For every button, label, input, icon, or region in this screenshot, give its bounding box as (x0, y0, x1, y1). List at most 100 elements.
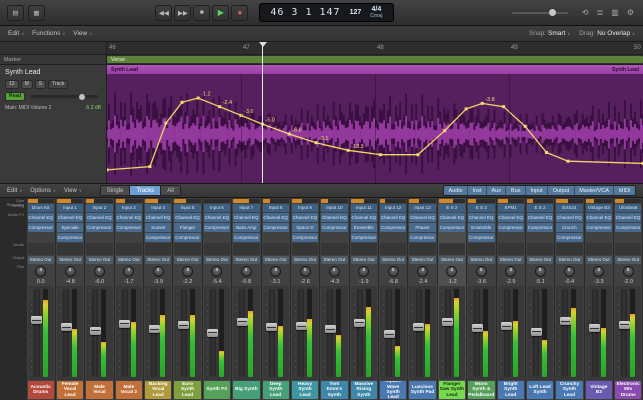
audio-fx-slot[interactable]: Compressor (204, 223, 230, 232)
fader-track[interactable] (357, 289, 363, 377)
cycle-icon[interactable]: ⟲ (582, 8, 589, 17)
track-name-label[interactable]: Vintage B3 (586, 381, 612, 399)
track-name-label[interactable]: Male Vocal 2 (116, 381, 142, 399)
setting-slot[interactable]: Input 9 (292, 204, 318, 212)
master-volume-slider[interactable] (512, 12, 568, 14)
audio-fx-slot[interactable]: Compressor (321, 223, 347, 232)
filter-output[interactable]: Output (548, 186, 575, 195)
fader-track[interactable] (386, 289, 392, 377)
pan-knob[interactable] (182, 266, 193, 277)
output-slot[interactable]: Stereo Out (351, 256, 377, 264)
mixer-menu-edit[interactable]: Edit∨ (7, 188, 22, 194)
pan-knob[interactable] (153, 266, 164, 277)
pan-knob[interactable] (65, 266, 76, 277)
filter-midi[interactable]: MIDI (614, 186, 635, 195)
mixer-menu-options[interactable]: Options∨ (30, 188, 56, 194)
channel-strip[interactable]: Input 6Channel EQCompressorStereo Out-5.… (203, 198, 231, 400)
audio-fx-slot[interactable]: Channel EQ (86, 213, 112, 222)
volume-slider-knob[interactable] (549, 9, 556, 16)
output-slot[interactable]: Stereo Out (498, 256, 524, 264)
setting-slot[interactable]: Input 13 (409, 204, 435, 212)
track-name-label[interactable]: Massive Rising Synth (351, 381, 377, 399)
fader[interactable] (321, 286, 347, 380)
setting-slot[interactable]: Drum Kit (28, 204, 54, 212)
pan-knob[interactable] (623, 266, 634, 277)
audio-fx-slot[interactable]: Compressor (615, 223, 641, 232)
volume-readout[interactable]: 0.0 (27, 278, 55, 286)
track-name-label[interactable]: Crunchy Synth Lead (556, 381, 582, 399)
fader[interactable] (292, 286, 318, 380)
sends-area[interactable] (204, 243, 230, 255)
volume-readout[interactable]: -5.4 (203, 278, 231, 286)
fader-track[interactable] (181, 289, 187, 377)
audio-fx-slot[interactable]: Crunch (556, 223, 582, 232)
sends-area[interactable] (409, 243, 435, 255)
audio-fx-slot[interactable]: Compressor (586, 223, 612, 232)
sends-area[interactable] (586, 243, 612, 255)
fader[interactable] (380, 286, 406, 380)
fader-cap[interactable] (61, 323, 72, 331)
audio-fx-slot[interactable]: Ensemble (351, 223, 377, 232)
track-name-label[interactable]: Male Vocal (86, 381, 112, 399)
track-name-label[interactable]: Deep Synth Lead (263, 381, 289, 399)
output-slot[interactable]: Stereo Out (321, 256, 347, 264)
mixer-menu-view[interactable]: View∨ (64, 188, 82, 194)
fader-cap[interactable] (501, 322, 512, 330)
volume-readout[interactable]: -1.2 (438, 278, 466, 286)
fader-track[interactable] (327, 289, 333, 377)
tab-all[interactable]: All (161, 186, 180, 195)
settings-icon[interactable]: ⚙ (627, 8, 634, 17)
audio-fx-slot[interactable]: Compressor (556, 233, 582, 242)
volume-readout[interactable]: -5.1 (526, 278, 554, 286)
fader-cap[interactable] (149, 325, 160, 333)
inspector-toggle-button[interactable]: ▦ (28, 5, 45, 21)
fader[interactable] (57, 286, 83, 380)
pan-knob[interactable] (535, 266, 546, 277)
channel-strip[interactable]: Input 13Channel EQPhaserCompressorStereo… (408, 198, 436, 400)
track-name-label[interactable]: Loft Lead Synth (527, 381, 553, 399)
track-name-label[interactable]: Big Synth (233, 381, 259, 399)
audio-fx-slot[interactable]: Flanger (174, 223, 200, 232)
sends-area[interactable] (439, 243, 465, 255)
rewind-button[interactable]: ◀◀ (155, 5, 172, 21)
audio-fx-slot[interactable]: Compressor (409, 233, 435, 242)
sends-area[interactable] (57, 243, 83, 255)
pan-knob[interactable] (564, 266, 575, 277)
fader-cap[interactable] (619, 321, 630, 329)
setting-slot[interactable]: Input 4 (145, 204, 171, 212)
sends-area[interactable] (86, 243, 112, 255)
volume-readout[interactable]: -3.9 (144, 278, 172, 286)
menu-edit[interactable]: Edit∨ (8, 30, 24, 37)
fader[interactable] (233, 286, 259, 380)
fader[interactable] (527, 286, 553, 380)
pan-knob[interactable] (417, 266, 428, 277)
output-slot[interactable]: Stereo Out (28, 256, 54, 264)
sends-area[interactable] (351, 243, 377, 255)
track-name-label[interactable]: Flanger Saw Synth Lead (439, 381, 465, 399)
filter-master-vca[interactable]: Master/VCA (575, 186, 615, 195)
sends-area[interactable] (527, 243, 553, 255)
fader[interactable] (439, 286, 465, 380)
stop-button[interactable]: ■ (193, 5, 210, 21)
setting-slot[interactable]: Input 12 (380, 204, 406, 212)
audio-fx-slot[interactable]: Channel EQ (439, 213, 465, 222)
volume-readout[interactable]: -4.8 (56, 278, 84, 286)
record-button[interactable]: ● (231, 5, 248, 21)
channel-strip[interactable]: Input 9Channel EQSpace DCompressorStereo… (291, 198, 319, 400)
volume-readout[interactable]: -3.3 (585, 278, 613, 286)
audio-fx-slot[interactable]: Channel EQ (615, 213, 641, 222)
volume-readout[interactable]: -6.0 (85, 278, 113, 286)
fader-cap[interactable] (178, 321, 189, 329)
audio-fx-slot[interactable]: Channel EQ (409, 213, 435, 222)
snap-menu[interactable]: Snap:Smart∨ (529, 30, 570, 37)
track-name-label[interactable]: Electronic 80s Drums (615, 381, 641, 399)
pan-knob[interactable] (123, 266, 134, 277)
playhead[interactable] (262, 42, 263, 183)
setting-slot[interactable]: Ultrabeat (615, 204, 641, 212)
pan-knob[interactable] (94, 266, 105, 277)
fader-cap[interactable] (266, 323, 277, 331)
audio-fx-slot[interactable]: Bass Amp (233, 223, 259, 232)
track-name-label[interactable]: Bright Synth Lead (498, 381, 524, 399)
channel-strip[interactable]: Drum KitChannel EQCompressorStereo Out0.… (27, 198, 55, 400)
sends-area[interactable] (321, 243, 347, 255)
